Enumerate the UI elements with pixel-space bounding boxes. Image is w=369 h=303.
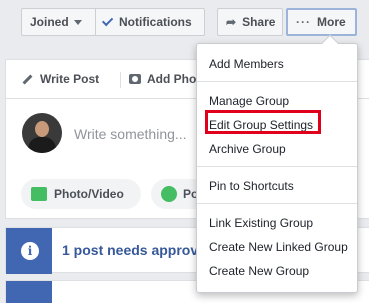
- info-icon: i: [21, 242, 39, 260]
- notifications-button[interactable]: Notifications: [95, 8, 205, 36]
- tab-write-post[interactable]: Write Post: [22, 72, 99, 86]
- avatar[interactable]: [22, 113, 62, 153]
- menu-item-archive-group[interactable]: Archive Group: [209, 142, 286, 156]
- joined-label: Joined: [30, 15, 69, 29]
- second-notice-icon-bar: [6, 281, 52, 303]
- notifications-label: Notifications: [119, 15, 192, 29]
- share-arrow-icon: ➦: [226, 15, 237, 29]
- notice-text[interactable]: 1 post needs approv: [62, 242, 198, 258]
- camera-icon: [129, 74, 141, 84]
- menu-divider: [197, 81, 357, 82]
- joined-button[interactable]: Joined: [21, 8, 96, 36]
- menu-pointer: [321, 34, 339, 52]
- tab-write-post-label: Write Post: [40, 72, 100, 86]
- menu-item-manage-group[interactable]: Manage Group: [209, 94, 289, 108]
- photo-video-label: Photo/Video: [54, 187, 124, 201]
- tab-divider: [120, 72, 121, 88]
- share-label: Share: [242, 15, 276, 29]
- check-icon: [101, 14, 114, 27]
- tab-add-photo[interactable]: Add Pho: [129, 72, 196, 86]
- photo-video-button[interactable]: Photo/Video: [21, 179, 141, 209]
- menu-divider: [197, 203, 357, 204]
- share-button[interactable]: ➦ Share: [217, 8, 283, 36]
- post-input[interactable]: Write something...: [74, 126, 187, 142]
- more-label: More: [317, 15, 346, 29]
- more-button[interactable]: ··· More: [286, 8, 357, 36]
- caret-down-icon: [73, 19, 82, 25]
- menu-item-create-new-linked-group[interactable]: Create New Linked Group: [209, 240, 348, 254]
- menu-item-add-members[interactable]: Add Members: [209, 57, 284, 71]
- poll-icon: [161, 186, 177, 202]
- group-page: Joined Notifications ➦ Share ··· More Wr…: [0, 0, 369, 303]
- highlight-box: [205, 110, 321, 134]
- photo-icon: [31, 187, 47, 201]
- menu-item-link-existing-group[interactable]: Link Existing Group: [209, 216, 313, 230]
- pencil-icon: [22, 74, 33, 84]
- menu-item-pin-to-shortcuts[interactable]: Pin to Shortcuts: [209, 179, 294, 193]
- more-dots-icon: ···: [296, 15, 311, 29]
- menu-item-create-new-group[interactable]: Create New Group: [209, 264, 309, 278]
- menu-divider: [197, 166, 357, 167]
- tab-add-photo-label: Add Pho: [147, 72, 197, 86]
- notice-icon-bar: i: [6, 228, 52, 274]
- more-dropdown-menu: Add Members Manage Group Edit Group Sett…: [196, 34, 358, 293]
